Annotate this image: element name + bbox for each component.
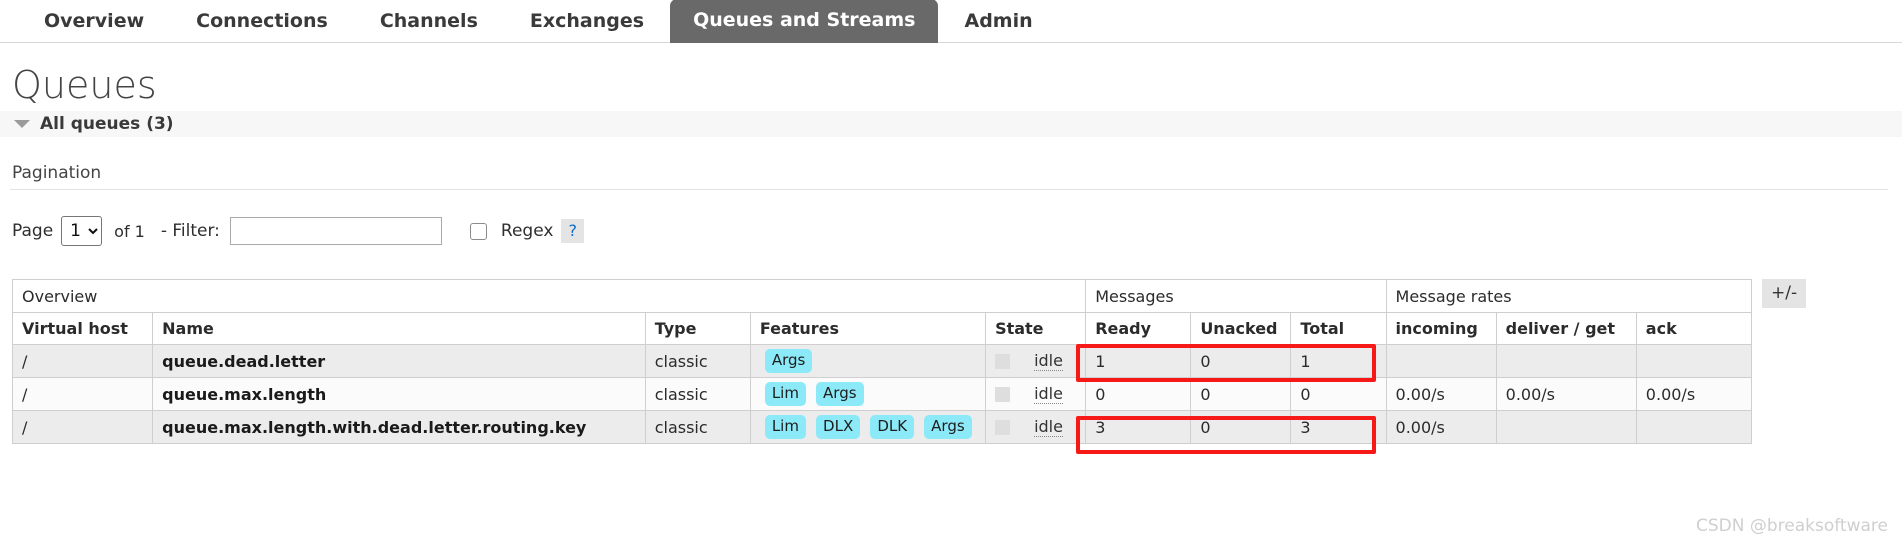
state-text: idle <box>1034 417 1063 437</box>
column-header-virtual-host[interactable]: Virtual host <box>11 312 154 345</box>
state-indicator-icon <box>995 353 1011 369</box>
column-header-name[interactable]: Name <box>152 312 646 345</box>
page-label: Page <box>12 221 54 241</box>
cell-total: 3 <box>1290 410 1387 444</box>
feature-badge-lim[interactable]: Lim <box>764 382 806 406</box>
cell-type: classic <box>644 344 751 378</box>
cell-name: queue.max.length <box>152 377 646 411</box>
feature-badge-lim[interactable]: Lim <box>764 415 806 439</box>
column-header-incoming[interactable]: incoming <box>1385 312 1497 345</box>
filter-input[interactable] <box>229 217 442 245</box>
cell-virtual-host: / <box>11 410 154 444</box>
cell-unacked: 0 <box>1190 410 1292 444</box>
cell-incoming <box>1385 344 1497 378</box>
nav-tab-overview[interactable]: Overview <box>18 1 170 43</box>
main-navigation: Overview Connections Channels Exchanges … <box>0 0 1902 43</box>
pagination-heading: Pagination <box>10 163 1888 190</box>
table-row: / queue.dead.letter classic Args idle 1 … <box>11 344 1753 378</box>
watermark: CSDN @breaksoftware <box>1695 516 1888 536</box>
table-row: / queue.max.length.with.dead.letter.rout… <box>11 410 1753 444</box>
cell-unacked: 0 <box>1190 377 1292 411</box>
cell-incoming: 0.00/s <box>1385 410 1497 444</box>
state-text: idle <box>1034 351 1063 371</box>
group-header-messages: Messages <box>1085 279 1387 313</box>
cell-features: Args <box>749 344 987 378</box>
feature-badge-args[interactable]: Args <box>924 415 972 439</box>
queue-name-link[interactable]: queue.max.length.with.dead.letter.routin… <box>162 418 586 437</box>
table-row: / queue.max.length classic Lim Args idle… <box>11 377 1753 411</box>
regex-option: Regex ? <box>469 219 584 243</box>
nav-tab-admin[interactable]: Admin <box>938 1 1058 43</box>
regex-help-icon[interactable]: ? <box>561 219 584 243</box>
cell-virtual-host: / <box>11 377 154 411</box>
all-queues-section-header[interactable]: All queues (3) <box>0 111 1902 137</box>
feature-badge-args[interactable]: Args <box>764 349 813 373</box>
regex-checkbox[interactable] <box>469 222 487 240</box>
all-queues-label: All queues (3) <box>40 114 174 134</box>
cell-state: idle <box>985 410 1087 444</box>
column-header-ack[interactable]: ack <box>1635 312 1753 345</box>
nav-tab-list: Overview Connections Channels Exchanges … <box>18 0 1902 43</box>
cell-virtual-host: / <box>11 344 154 378</box>
cell-ack <box>1635 344 1753 378</box>
column-header-ready[interactable]: Ready <box>1085 312 1192 345</box>
page-title: Queues <box>12 63 157 107</box>
pagination-controls: Page 1 of 1 - Filter: Regex ? <box>12 216 1902 246</box>
cell-features: Lim Args <box>749 377 987 411</box>
column-header-features[interactable]: Features <box>749 312 987 345</box>
nav-tab-queues-and-streams[interactable]: Queues and Streams <box>670 0 939 43</box>
queue-name-link[interactable]: queue.dead.letter <box>162 352 325 371</box>
group-header-overview: Overview <box>11 279 1087 313</box>
cell-ready: 0 <box>1085 377 1192 411</box>
column-header-state[interactable]: State <box>985 312 1087 345</box>
state-text: idle <box>1034 384 1063 404</box>
column-header-unacked[interactable]: Unacked <box>1190 312 1292 345</box>
nav-tab-connections[interactable]: Connections <box>170 1 354 43</box>
filter-label: - Filter: <box>160 221 220 241</box>
cell-total: 0 <box>1290 377 1387 411</box>
cell-unacked: 0 <box>1190 344 1292 378</box>
state-indicator-icon <box>995 386 1011 402</box>
nav-tab-exchanges[interactable]: Exchanges <box>504 1 670 43</box>
cell-type: classic <box>644 377 751 411</box>
page-select[interactable]: 1 <box>61 216 103 246</box>
queues-table-area: Overview Messages Message rates Virtual … <box>0 279 1902 454</box>
cell-name: queue.dead.letter <box>152 344 646 378</box>
regex-label: Regex <box>500 221 554 241</box>
cell-deliver-get: 0.00/s <box>1495 377 1637 411</box>
cell-ack <box>1635 410 1753 444</box>
feature-badge-dlx[interactable]: DLX <box>816 415 861 439</box>
column-header-total[interactable]: Total <box>1290 312 1387 345</box>
feature-badge-args[interactable]: Args <box>816 382 864 406</box>
cell-deliver-get <box>1495 344 1637 378</box>
cell-type: classic <box>644 410 751 444</box>
cell-name: queue.max.length.with.dead.letter.routin… <box>152 410 646 444</box>
queue-name-link[interactable]: queue.max.length <box>162 385 326 404</box>
state-indicator-icon <box>995 419 1011 435</box>
page-total-label: of 1 <box>114 221 145 241</box>
cell-deliver-get <box>1495 410 1637 444</box>
column-header-type[interactable]: Type <box>644 312 751 345</box>
collapse-triangle-icon[interactable] <box>14 120 30 128</box>
pagination-section: Pagination Page 1 of 1 - Filter: Regex ? <box>0 163 1902 246</box>
group-header-message-rates: Message rates <box>1385 279 1753 313</box>
cell-ready: 3 <box>1085 410 1192 444</box>
table-column-header-row: Virtual host Name Type Features State Re… <box>11 312 1753 345</box>
cell-incoming: 0.00/s <box>1385 377 1497 411</box>
column-header-deliver-get[interactable]: deliver / get <box>1495 312 1637 345</box>
app-root: Overview Connections Channels Exchanges … <box>0 0 1902 544</box>
cell-state: idle <box>985 377 1087 411</box>
cell-features: Lim DLX DLK Args <box>749 410 987 444</box>
cell-ready: 1 <box>1085 344 1192 378</box>
cell-state: idle <box>985 344 1087 378</box>
nav-tab-channels[interactable]: Channels <box>354 1 504 43</box>
table-group-header-row: Overview Messages Message rates <box>11 279 1753 313</box>
queues-table: Overview Messages Message rates Virtual … <box>11 279 1753 444</box>
cell-ack: 0.00/s <box>1635 377 1753 411</box>
cell-total: 1 <box>1290 344 1387 378</box>
feature-badge-dlk[interactable]: DLK <box>870 415 915 439</box>
toggle-columns-button[interactable]: +/- <box>1762 279 1807 308</box>
